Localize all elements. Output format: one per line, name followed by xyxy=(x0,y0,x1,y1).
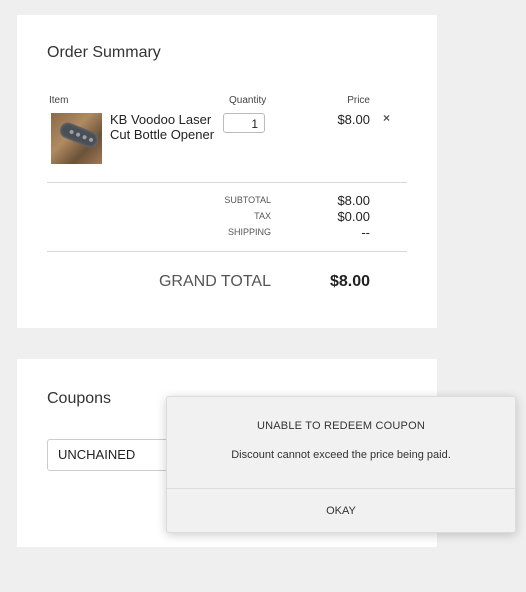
bottle-opener-image xyxy=(57,120,101,150)
product-thumbnail xyxy=(51,113,102,164)
coupon-error-dialog: UNABLE TO REDEEM COUPON Discount cannot … xyxy=(166,396,516,533)
tax-value: $0.00 xyxy=(337,209,370,224)
okay-button[interactable]: OKAY xyxy=(167,489,515,533)
subtotal-label: SUBTOTAL xyxy=(224,195,271,205)
subtotal-value: $8.00 xyxy=(337,193,370,208)
tax-label: TAX xyxy=(254,211,271,221)
item-price: $8.00 xyxy=(337,112,370,127)
price-column-header: Price xyxy=(347,95,370,106)
quantity-column-header: Quantity xyxy=(229,95,267,106)
grand-total-value: $8.00 xyxy=(329,273,370,290)
remove-item-icon[interactable]: × xyxy=(383,111,390,125)
coupons-title: Coupons xyxy=(47,390,112,407)
dialog-title: UNABLE TO REDEEM COUPON xyxy=(256,420,425,432)
order-summary-card: Order Summary Item Quantity Price KB Voo… xyxy=(17,15,437,328)
shipping-label: SHIPPING xyxy=(227,227,271,237)
shipping-value: -- xyxy=(361,225,370,240)
summary-divider-top xyxy=(47,182,407,183)
summary-divider-bottom xyxy=(47,251,407,252)
item-name: KB Voodoo Laser Cut Bottle Opener xyxy=(110,112,215,142)
quantity-input[interactable]: 1 xyxy=(223,113,265,133)
order-summary-title: Order Summary xyxy=(47,44,161,61)
dialog-message: Discount cannot exceed the price being p… xyxy=(231,449,451,461)
grand-total-label: GRAND TOTAL xyxy=(158,273,271,290)
item-column-header: Item xyxy=(49,95,69,106)
